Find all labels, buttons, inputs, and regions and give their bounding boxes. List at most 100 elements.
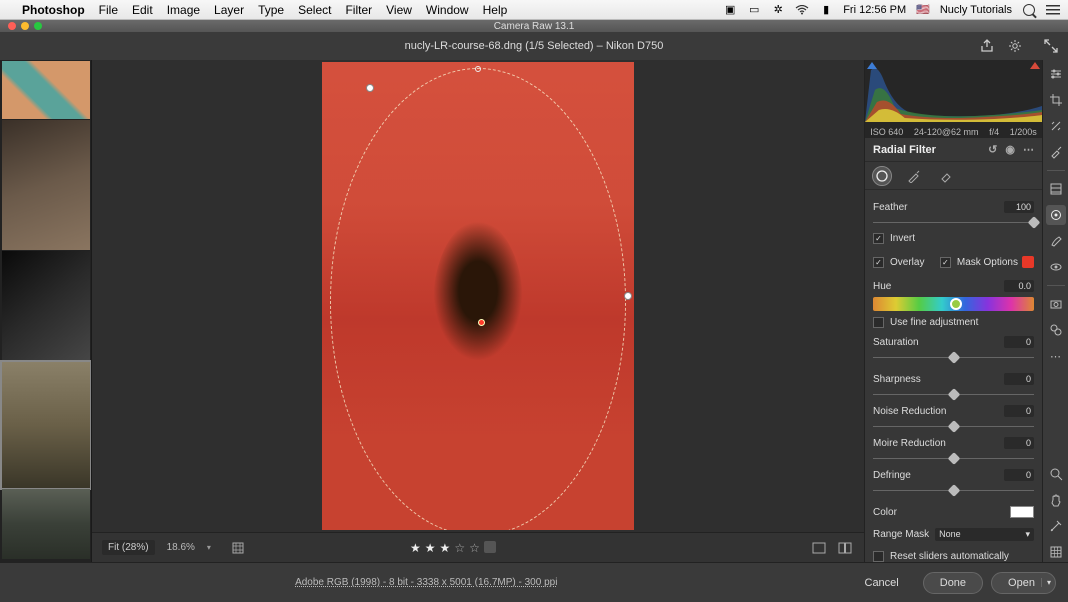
sharpness-value[interactable]: 0 <box>1004 373 1034 385</box>
star-1[interactable]: ★ <box>410 541 421 555</box>
minimize-button[interactable] <box>21 22 29 30</box>
moire-slider[interactable] <box>873 454 1034 464</box>
radial-tool-icon[interactable] <box>873 167 891 185</box>
menu-filter[interactable]: Filter <box>345 3 372 17</box>
undo-icon[interactable]: ↺ <box>988 143 997 156</box>
menu-edit[interactable]: Edit <box>132 3 153 17</box>
thumbnail-5[interactable] <box>2 489 90 559</box>
noise-slider[interactable] <box>873 422 1034 432</box>
open-caret-icon[interactable]: ▾ <box>1041 578 1051 587</box>
crop-tool-icon[interactable] <box>1046 90 1066 110</box>
spotlight-icon[interactable] <box>1022 3 1036 17</box>
grid-icon[interactable] <box>229 539 247 557</box>
preview-area[interactable] <box>92 60 864 532</box>
star-2[interactable]: ★ <box>425 541 436 555</box>
handle-nw[interactable] <box>366 84 374 92</box>
presets-icon[interactable] <box>1046 320 1066 340</box>
range-mask-dropdown[interactable]: None▾ <box>935 528 1034 541</box>
screenrec-icon[interactable]: ▣ <box>723 3 737 17</box>
invert-checkbox[interactable] <box>873 233 884 244</box>
battery2-icon[interactable]: ▮ <box>819 3 833 17</box>
handle-east[interactable] <box>624 292 632 300</box>
radial-filter-ellipse[interactable] <box>330 68 626 530</box>
menubar-account[interactable]: Nucly Tutorials <box>940 4 1012 16</box>
zoom-caret-icon[interactable]: ▾ <box>207 543 211 552</box>
radial-gradient-icon[interactable] <box>1046 205 1066 225</box>
fine-adjust-checkbox[interactable] <box>873 317 884 328</box>
eraser-tool-icon[interactable] <box>937 167 955 185</box>
defringe-slider[interactable] <box>873 486 1034 496</box>
more-settings-icon[interactable]: ⋯ <box>1046 346 1066 366</box>
saturation-value[interactable]: 0 <box>1004 336 1034 348</box>
before-after-single-icon[interactable] <box>810 539 828 557</box>
wifi-icon[interactable] <box>795 3 809 17</box>
menu-window[interactable]: Window <box>426 3 469 17</box>
visibility-icon[interactable]: ◉ <box>1005 143 1015 156</box>
sampler-icon[interactable] <box>1046 516 1066 536</box>
done-button[interactable]: Done <box>923 572 983 594</box>
thumbnail-3[interactable] <box>2 251 90 361</box>
snapshot-icon[interactable] <box>1046 294 1066 314</box>
thumbnail-1[interactable] <box>2 61 90 119</box>
menu-view[interactable]: View <box>386 3 412 17</box>
color-swatch[interactable] <box>1010 506 1034 518</box>
feather-slider[interactable] <box>873 218 1034 228</box>
handle-top[interactable] <box>475 66 481 72</box>
thumbnail-4[interactable] <box>2 362 90 488</box>
noise-value[interactable]: 0 <box>1004 405 1034 417</box>
redeye-icon[interactable] <box>1046 257 1066 277</box>
menu-select[interactable]: Select <box>298 3 331 17</box>
overlay-checkbox[interactable] <box>873 257 884 268</box>
battery-icon[interactable]: ▭ <box>747 3 761 17</box>
more-icon[interactable]: ⋯ <box>1023 143 1034 156</box>
app-name[interactable]: Photoshop <box>22 3 85 17</box>
menubar-clock[interactable]: Fri 12:56 PM <box>843 4 906 16</box>
heal-tool-icon[interactable] <box>1046 116 1066 136</box>
metadata-link[interactable]: Adobe RGB (1998) - 8 bit - 3338 x 5001 (… <box>295 577 557 588</box>
thumbnail-2[interactable] <box>2 120 90 250</box>
share-icon[interactable] <box>978 37 996 55</box>
brush-icon[interactable] <box>1046 231 1066 251</box>
hand-tool-icon[interactable] <box>1046 490 1066 510</box>
mask-color-swatch[interactable] <box>1022 256 1034 268</box>
zoom-secondary[interactable]: 18.6% <box>167 542 195 553</box>
rating-stars[interactable]: ★ ★ ★ ☆ ☆ <box>410 541 496 555</box>
menu-help[interactable]: Help <box>483 3 508 17</box>
histogram[interactable]: ISO 640 24-120@62 mm f/4 1/200s <box>865 60 1042 138</box>
open-button[interactable]: Open▾ <box>991 572 1056 594</box>
highlight-clip-icon[interactable] <box>1030 62 1040 69</box>
defringe-value[interactable]: 0 <box>1004 469 1034 481</box>
menubar-flag[interactable]: 🇺🇸 <box>916 3 930 16</box>
shadow-clip-icon[interactable] <box>867 62 877 69</box>
hue-value[interactable]: 0.0 <box>1004 280 1034 292</box>
feather-value[interactable]: 100 <box>1004 201 1034 213</box>
before-after-split-icon[interactable] <box>836 539 854 557</box>
menu-file[interactable]: File <box>99 3 118 17</box>
cc-icon[interactable]: ✲ <box>771 3 785 17</box>
menu-type[interactable]: Type <box>258 3 284 17</box>
star-3[interactable]: ★ <box>440 541 451 555</box>
star-5[interactable]: ☆ <box>469 541 480 555</box>
color-label[interactable] <box>484 541 496 553</box>
menu-layer[interactable]: Layer <box>214 3 244 17</box>
control-center-icon[interactable] <box>1046 3 1060 17</box>
zoom-tool-icon[interactable] <box>1046 464 1066 484</box>
saturation-slider[interactable] <box>873 353 1034 363</box>
edit-tool-icon[interactable] <box>1046 64 1066 84</box>
fullscreen-icon[interactable] <box>1042 37 1060 55</box>
brush-tool-icon[interactable] <box>905 167 923 185</box>
zoom-fit[interactable]: Fit (28%) <box>102 540 155 555</box>
moire-value[interactable]: 0 <box>1004 437 1034 449</box>
mask-options-checkbox[interactable] <box>940 257 951 268</box>
zoom-button[interactable] <box>34 22 42 30</box>
eyedropper-icon[interactable] <box>1046 142 1066 162</box>
settings-icon[interactable] <box>1006 37 1024 55</box>
hue-slider[interactable] <box>873 297 1034 311</box>
preview-image[interactable] <box>322 62 634 530</box>
linear-gradient-icon[interactable] <box>1046 179 1066 199</box>
grid-toggle-icon[interactable] <box>1046 542 1066 562</box>
star-4[interactable]: ☆ <box>454 541 465 555</box>
menu-image[interactable]: Image <box>167 3 200 17</box>
cancel-button[interactable]: Cancel <box>849 573 915 593</box>
close-button[interactable] <box>8 22 16 30</box>
